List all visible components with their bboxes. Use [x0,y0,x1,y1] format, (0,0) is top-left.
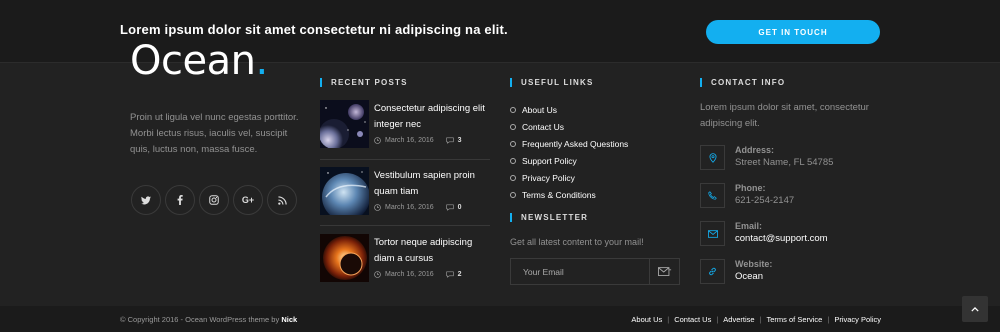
email-label: Email: [735,221,763,231]
copyright-text: © Copyright 2016 - Ocean WordPress theme… [120,315,298,324]
divider [320,159,490,160]
link-contact-us[interactable]: Contact Us [510,118,628,135]
author-link[interactable]: Nick [281,315,297,324]
footer-bottom-bar: © Copyright 2016 - Ocean WordPress theme… [0,306,1000,332]
website-value[interactable]: Ocean [735,271,763,282]
site-logo[interactable]: Ocean. [130,38,268,84]
useful-links-list: About Us Contact Us Frequently Asked Que… [510,101,628,203]
post-thumbnail[interactable] [320,234,369,282]
post-title[interactable]: Consectetur adipiscing elit integer nec [374,101,494,133]
useful-links-title: USEFUL LINKS [510,78,593,87]
recent-posts-title: RECENT POSTS [320,78,408,87]
contact-info-title: CONTACT INFO [700,78,785,87]
email-value[interactable]: contact@support.com [735,233,828,244]
footer-link-contact-us[interactable]: Contact Us [674,315,711,324]
cta-text: Lorem ipsum dolor sit amet consectetur n… [120,22,508,37]
facebook-icon[interactable] [165,185,195,215]
phone-label: Phone: [735,183,766,193]
recent-post[interactable]: Tortor neque adipiscing diam a cursus Ma… [320,234,490,290]
envelope-icon [700,221,725,246]
rss-icon[interactable] [267,185,297,215]
clock-icon [374,137,381,144]
comment-icon [445,204,454,211]
link-terms-conditions[interactable]: Terms & Conditions [510,186,628,203]
about-text: Proin ut ligula vel nunc egestas porttit… [130,112,299,155]
divider [320,225,490,226]
phone-icon [700,183,725,208]
website-label: Website: [735,259,773,269]
post-thumbnail[interactable] [320,100,369,148]
phone-value[interactable]: 621-254-2147 [735,195,794,206]
contact-intro: Lorem ipsum dolor sit amet, consectetur … [700,102,869,129]
social-links: G+ [131,185,297,215]
comment-count[interactable]: 0 [458,204,462,211]
footer-menu: About Us | Contact Us | Advertise | Term… [631,315,881,324]
post-meta: March 16, 2016 3 [374,137,462,144]
footer-link-about-us[interactable]: About Us [631,315,662,324]
comment-count[interactable]: 3 [458,137,462,144]
post-meta: March 16, 2016 2 [374,271,462,278]
comment-icon [445,137,454,144]
post-meta: March 16, 2016 0 [374,204,462,211]
email-input[interactable] [511,259,651,284]
separator: | [716,315,719,324]
comment-icon [445,271,454,278]
post-thumbnail[interactable] [320,167,369,215]
post-date: March 16, 2016 [385,204,434,211]
link-privacy-policy[interactable]: Privacy Policy [510,169,628,186]
clock-icon [374,271,381,278]
post-title[interactable]: Tortor neque adipiscing diam a cursus [374,235,494,267]
footer-link-advertise[interactable]: Advertise [723,315,754,324]
newsletter-text: Get all latest content to your mail! [510,237,644,247]
footer-link-terms-of-service[interactable]: Terms of Service [767,315,823,324]
circle-bullet-icon [510,140,516,147]
twitter-icon[interactable] [131,185,161,215]
post-date: March 16, 2016 [385,271,434,278]
post-date: March 16, 2016 [385,137,434,144]
circle-bullet-icon [510,174,516,181]
link-support-policy[interactable]: Support Policy [510,152,628,169]
recent-post[interactable]: Consectetur adipiscing elit integer nec … [320,100,490,156]
address-value: Street Name, FL 54785 [735,157,834,168]
comment-count[interactable]: 2 [458,271,462,278]
instagram-icon[interactable] [199,185,229,215]
newsletter-form [510,258,680,285]
location-pin-icon [700,145,725,170]
circle-bullet-icon [510,123,516,130]
google-plus-icon[interactable]: G+ [233,185,263,215]
link-faq[interactable]: Frequently Asked Questions [510,135,628,152]
clock-icon [374,204,381,211]
circle-bullet-icon [510,106,516,113]
recent-post[interactable]: Vestibulum sapien proin quam tiam March … [320,167,490,223]
scroll-to-top-button[interactable] [962,296,988,322]
subscribe-button[interactable] [649,259,679,284]
link-icon [700,259,725,284]
address-label: Address: [735,145,775,155]
chevron-up-icon [971,306,979,312]
envelope-icon [657,266,671,276]
get-in-touch-button[interactable]: GET IN TOUCH [706,20,880,44]
link-about-us[interactable]: About Us [510,101,628,118]
circle-bullet-icon [510,191,516,198]
separator: | [759,315,762,324]
separator: | [667,315,670,324]
circle-bullet-icon [510,157,516,164]
newsletter-title: NEWSLETTER [510,213,588,222]
post-title[interactable]: Vestibulum sapien proin quam tiam [374,168,494,200]
separator: | [827,315,830,324]
footer-link-privacy-policy[interactable]: Privacy Policy [834,315,881,324]
